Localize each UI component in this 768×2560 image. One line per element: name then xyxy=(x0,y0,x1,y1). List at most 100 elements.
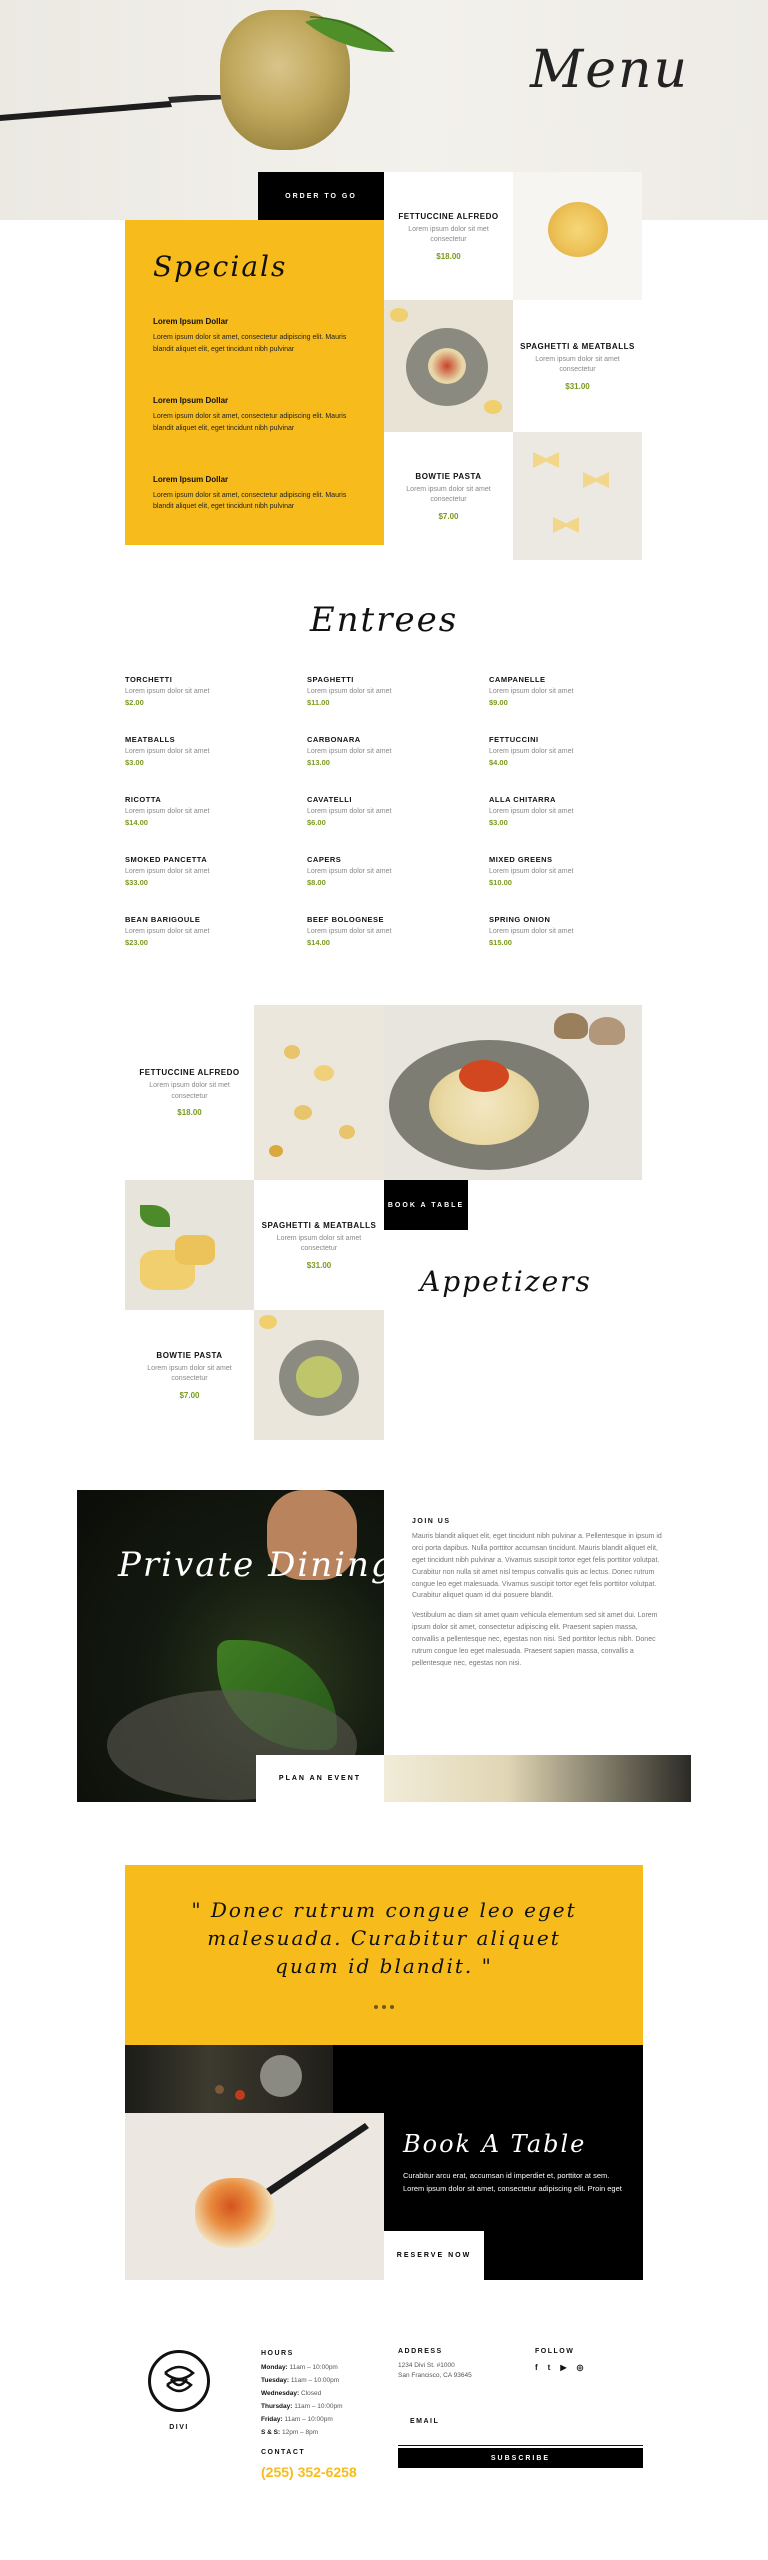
entree-item: BEEF BOLOGNESE Lorem ipsum dolor sit amet… xyxy=(307,915,457,947)
bowtie-piece xyxy=(553,517,579,533)
entree-desc: Lorem ipsum dolor sit amet xyxy=(125,748,210,755)
tile-title: BOWTIE PASTA xyxy=(415,471,482,481)
entree-price: $13.00 xyxy=(307,758,330,767)
special-item-title: Lorem Ipsum Dollar xyxy=(153,395,229,405)
bowtie-piece xyxy=(583,472,609,488)
pasta-piece xyxy=(390,308,408,322)
tile-title: BOWTIE PASTA xyxy=(156,1350,223,1360)
book-title: Book A Table xyxy=(403,2130,587,2158)
book-text: Curabitur arcu erat, accumsan id imperdi… xyxy=(403,2171,622,2193)
fork-image xyxy=(0,93,230,121)
tile-desc: Lorem ipsum dolor sit amet consectetur xyxy=(406,485,491,504)
hours-day: S & S: xyxy=(261,2429,281,2436)
entree-item: SMOKED PANCETTA Lorem ipsum dolor sit ame… xyxy=(125,855,275,887)
tile-desc: Lorem ipsum dolor sit amet consectetur xyxy=(535,355,620,374)
entree-price: $11.00 xyxy=(307,698,330,707)
entrees-title: Entrees xyxy=(309,600,459,640)
twitter-icon[interactable]: t xyxy=(548,2363,551,2372)
entree-item: MEATBALLS Lorem ipsum dolor sit amet $3.00 xyxy=(125,735,275,767)
entree-item: MIXED GREENS Lorem ipsum dolor sit amet $1… xyxy=(489,855,639,887)
tile-price: $18.00 xyxy=(177,1108,202,1117)
address-label: ADDRESS xyxy=(398,2348,443,2355)
entree-desc: Lorem ipsum dolor sit amet xyxy=(307,688,392,695)
fettuccine-photo xyxy=(513,172,642,300)
plan-event-button[interactable]: PLAN AN EVENT xyxy=(256,1755,384,1802)
hours-time: 11am – 10:00pm xyxy=(294,2403,343,2410)
hours-time: Closed xyxy=(300,2390,322,2397)
entree-desc: Lorem ipsum dolor sit amet xyxy=(307,868,392,875)
entree-price: $8.00 xyxy=(307,878,326,887)
contact-label: CONTACT xyxy=(261,2449,306,2456)
pasta-piece xyxy=(269,1145,283,1157)
divi-logo[interactable] xyxy=(148,2350,210,2412)
tile-desc: Lorem ipsum dolor sit amet consectetur xyxy=(147,1364,232,1383)
tile-price: $31.00 xyxy=(306,1260,332,1270)
pasta-piece xyxy=(259,1315,277,1329)
special-item: Lorem Ipsum Dollar Lorem ipsum dolor sit… xyxy=(153,396,356,435)
tile-desc: Lorem ipsum dolor sit met consectetur xyxy=(149,1082,230,1100)
specials-title: Specials xyxy=(153,250,288,283)
entree-price: $3.00 xyxy=(489,818,508,827)
phone-number[interactable]: (255) 352-6258 xyxy=(261,2464,381,2480)
entree-price: $23.00 xyxy=(125,938,148,947)
join-us-text: JOIN US Mauris blandit aliquet elit, ege… xyxy=(412,1518,664,1670)
special-item-text: Lorem ipsum dolor sit amet, consectetur … xyxy=(153,412,347,432)
join-us-p2: Vestibulum ac diam sit amet quam vehicul… xyxy=(412,1612,658,1667)
email-field[interactable] xyxy=(398,2432,643,2446)
entree-item: ALLA CHITARRA Lorem ipsum dolor sit amet $… xyxy=(489,795,639,827)
special-item-title: Lorem Ipsum Dollar xyxy=(153,474,229,484)
pasta-piece xyxy=(339,1125,355,1139)
tile-title: FETTUCCINE ALFREDO xyxy=(139,1068,240,1077)
hours-list: Monday: 11am – 10:00pm Tuesday: 11am – 10… xyxy=(261,2361,381,2439)
entree-name: BEEF BOLOGNESE xyxy=(307,915,385,924)
pasta-logo-icon xyxy=(164,2365,195,2393)
subscribe-button[interactable]: SUBSCRIBE xyxy=(398,2448,643,2468)
slider-dot[interactable] xyxy=(374,2005,378,2009)
special-item: Lorem Ipsum Dollar Lorem ipsum dolor sit… xyxy=(153,475,356,514)
plate xyxy=(260,2055,302,2097)
facebook-icon[interactable]: f xyxy=(535,2363,538,2372)
feature-tile-fettuccine: FETTUCCINE ALFREDO Lorem ipsum dolor sit… xyxy=(384,172,513,300)
tomato xyxy=(235,2090,245,2100)
fettuccine-nest xyxy=(548,202,608,257)
entree-item: RICOTTA Lorem ipsum dolor sit amet $14.00 xyxy=(125,795,275,827)
entree-price: $9.00 xyxy=(489,698,508,707)
entree-item: BEAN BARIGOULE Lorem ipsum dolor sit amet… xyxy=(125,915,275,947)
slider-dots[interactable] xyxy=(372,1996,396,2014)
order-to-go-button[interactable]: ORDER TO GO xyxy=(258,172,384,220)
join-us-p1: Mauris blandit aliquet elit, eget tincid… xyxy=(412,1533,662,1600)
slider-dot[interactable] xyxy=(390,2005,394,2009)
entree-price: $6.00 xyxy=(307,818,326,827)
quote-text: " Donec rutrum congue leo eget malesuada… xyxy=(191,1898,577,1978)
entree-desc: Lorem ipsum dolor sit amet xyxy=(489,808,574,815)
brand-name: DIVI xyxy=(169,2424,189,2431)
entree-price: $33.00 xyxy=(125,878,148,887)
entree-desc: Lorem ipsum dolor sit amet xyxy=(125,868,210,875)
pasta-piece xyxy=(484,400,502,414)
entree-name: SMOKED PANCETTA xyxy=(125,855,208,864)
entree-name: BEAN BARIGOULE xyxy=(125,915,201,924)
entree-price: $2.00 xyxy=(125,698,144,707)
slider-dot[interactable] xyxy=(382,2005,386,2009)
youtube-icon[interactable]: ▶ xyxy=(560,2363,566,2372)
fork-pasta-photo xyxy=(125,2113,384,2280)
book-a-table-button[interactable]: BOOK A TABLE xyxy=(384,1180,468,1230)
entree-name: CAMPANELLE xyxy=(489,675,546,684)
entree-price: $10.00 xyxy=(489,878,512,887)
entree-name: MEATBALLS xyxy=(125,735,176,744)
hours-time: 12pm – 8pm xyxy=(281,2429,319,2436)
pasta-bite xyxy=(195,2178,275,2248)
hero-title: Menu xyxy=(530,40,689,100)
entree-item: SPRING ONION Lorem ipsum dolor sit amet $1… xyxy=(489,915,639,947)
reserve-now-button[interactable]: RESERVE NOW xyxy=(384,2231,484,2280)
entree-name: CAVATELLI xyxy=(307,795,352,804)
hours-block: HOURS Monday: 11am – 10:00pm Tuesday: 11a… xyxy=(261,2350,381,2480)
entree-name: SPAGHETTI xyxy=(307,675,354,684)
instagram-icon[interactable]: ◎ xyxy=(577,2363,584,2372)
entree-price: $14.00 xyxy=(125,818,148,827)
tile-price: $7.00 xyxy=(438,511,459,521)
join-us-heading: JOIN US xyxy=(412,1518,451,1525)
sauce xyxy=(459,1060,509,1092)
tile-desc: Lorem ipsum dolor sit met consectetur xyxy=(408,225,489,244)
entree-item: CAVATELLI Lorem ipsum dolor sit amet $6.00 xyxy=(307,795,457,827)
